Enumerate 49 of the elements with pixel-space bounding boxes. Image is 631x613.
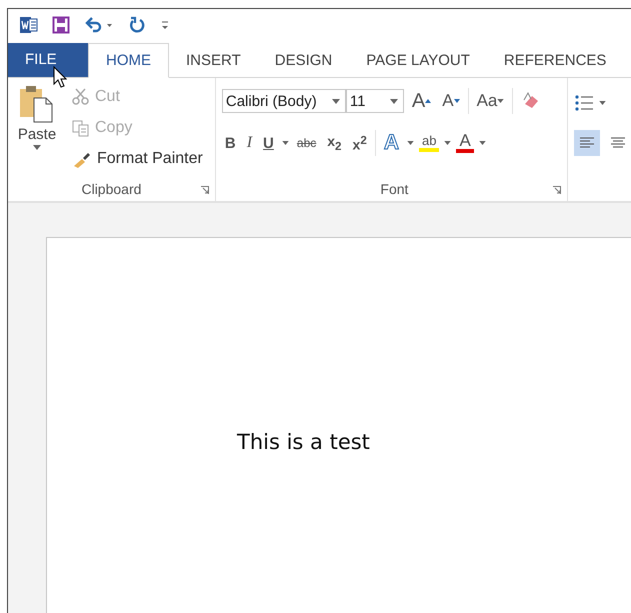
caret-icon — [390, 98, 398, 104]
ribbon-tab[interactable]: PAGE LAYOUT — [349, 44, 487, 77]
caret-icon — [497, 99, 504, 103]
font-color-button[interactable]: A — [456, 133, 474, 153]
document-page[interactable]: This is a test — [46, 237, 631, 613]
dialog-launcher-icon[interactable] — [553, 186, 561, 194]
document-text: This is a test — [237, 430, 370, 454]
scissors-icon — [72, 88, 90, 106]
save-icon[interactable] — [52, 16, 70, 34]
undo-icon[interactable] — [84, 16, 114, 34]
font-size-field[interactable]: 11 — [346, 89, 404, 113]
redo-icon[interactable] — [128, 16, 146, 34]
font-name-field[interactable]: Calibri (Body) — [222, 89, 346, 113]
paste-button[interactable]: Paste — [8, 84, 66, 177]
dialog-launcher-icon[interactable] — [200, 186, 209, 194]
file-tab[interactable]: FILE — [8, 43, 88, 77]
italic-button[interactable]: I — [244, 134, 256, 152]
text-effects-button[interactable]: A — [380, 131, 402, 155]
caret-icon[interactable] — [478, 141, 486, 145]
grow-font-button[interactable]: A — [408, 90, 434, 112]
paintbrush-icon — [72, 150, 92, 168]
bold-button[interactable]: B — [222, 134, 239, 152]
group-label: Clipboard — [81, 181, 142, 197]
ribbon-tab[interactable]: DESIGN — [258, 44, 350, 77]
change-case-button[interactable]: Aa — [474, 91, 508, 111]
clipboard-command-button[interactable]: Format Painter — [72, 146, 203, 172]
underline-button[interactable]: U — [260, 134, 277, 152]
caret-icon[interactable] — [444, 141, 452, 145]
subscript-button[interactable]: x$_{2}$ — [324, 133, 345, 153]
ribbon-tab[interactable]: REFERENCES — [486, 44, 624, 77]
caret-icon[interactable] — [282, 141, 289, 145]
align-center-icon — [609, 136, 627, 150]
highlight-button[interactable]: ab — [418, 134, 440, 152]
ribbon-tab[interactable]: HOME — [88, 43, 169, 78]
caret-icon[interactable] — [406, 141, 414, 145]
caret-icon[interactable] — [599, 101, 606, 105]
caret-icon — [332, 98, 340, 104]
align-left-button[interactable] — [574, 130, 600, 156]
group-label: Font — [380, 181, 408, 197]
copy-icon — [72, 119, 90, 137]
caret-icon — [33, 145, 41, 150]
word-logo-icon[interactable] — [20, 16, 38, 34]
bullets-icon[interactable] — [574, 94, 594, 112]
superscript-button[interactable]: x$^{2}$ — [350, 134, 370, 152]
shrink-font-button[interactable]: A — [439, 91, 463, 111]
ribbon-tab[interactable]: INSERT — [169, 44, 258, 77]
strikethrough-button[interactable]: abc — [294, 136, 320, 150]
align-left-icon — [578, 136, 596, 150]
mouse-pointer-icon — [53, 66, 67, 88]
